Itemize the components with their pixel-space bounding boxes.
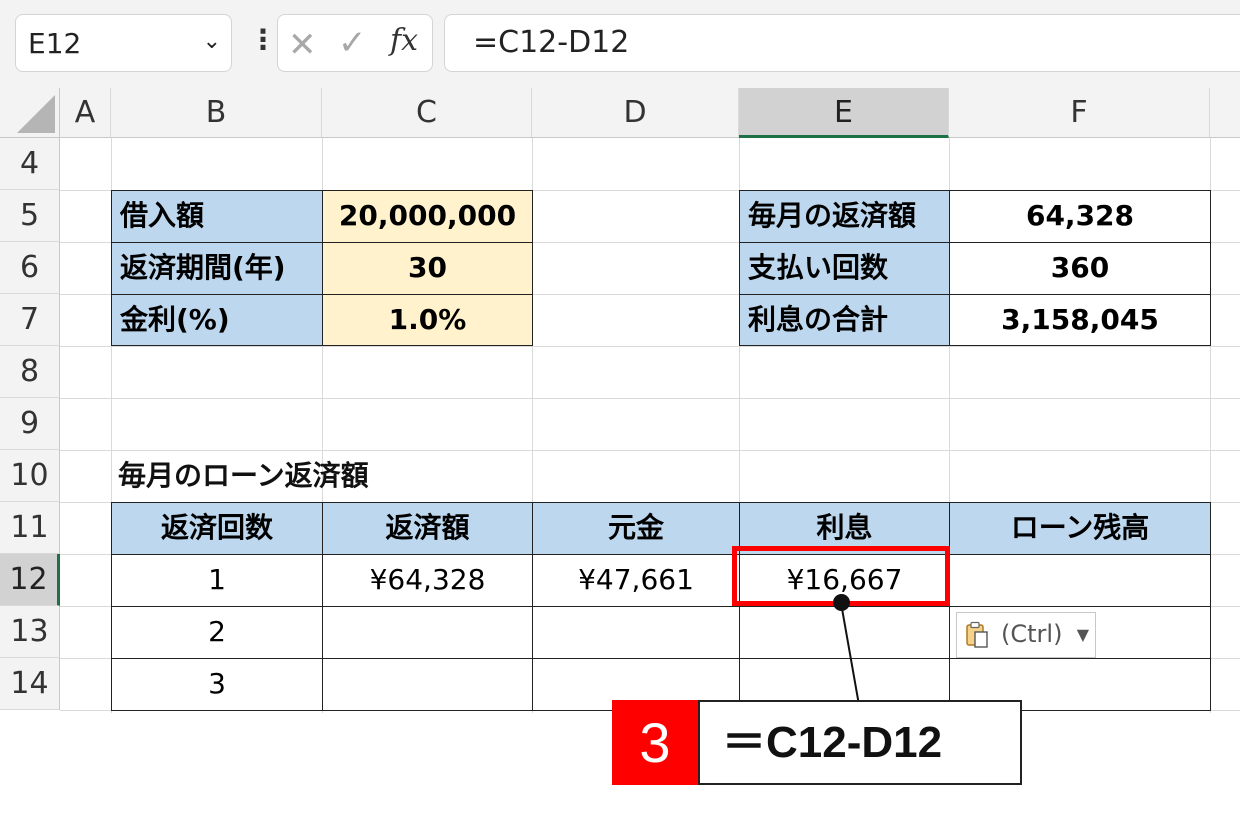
table-cell[interactable] — [949, 554, 1211, 607]
row-header-7[interactable]: 7 — [0, 294, 60, 346]
table-cell[interactable] — [322, 658, 533, 711]
chevron-down-icon[interactable]: ⌄ — [203, 29, 221, 54]
column-header-g[interactable] — [1210, 88, 1240, 138]
loan-amount-value[interactable]: 20,000,000 — [322, 190, 533, 243]
table-cell[interactable]: 3 — [111, 658, 323, 711]
table-cell[interactable]: 1 — [111, 554, 323, 607]
clipboard-icon — [966, 621, 988, 648]
cancel-icon[interactable]: ✕ — [288, 25, 317, 65]
header-loan-balance[interactable]: ローン残高 — [949, 502, 1211, 555]
formula-input[interactable]: =C12-D12 — [444, 14, 1240, 72]
paste-options-label: (Ctrl) — [1001, 620, 1063, 648]
name-box-value: E12 — [28, 27, 82, 60]
table-cell[interactable] — [322, 606, 533, 659]
row-header-12[interactable]: 12 — [0, 554, 60, 606]
row-header-8[interactable]: 8 — [0, 346, 60, 398]
column-header-d[interactable]: D — [532, 88, 739, 138]
select-all-button[interactable] — [0, 88, 60, 138]
payment-count-label[interactable]: 支払い回数 — [739, 242, 950, 295]
interest-rate-value[interactable]: 1.0% — [322, 294, 533, 346]
row-header-11[interactable]: 11 — [0, 502, 60, 554]
column-header-e[interactable]: E — [739, 88, 949, 138]
column-header-b[interactable]: B — [111, 88, 322, 138]
table-cell[interactable] — [532, 606, 740, 659]
table-cell[interactable]: ¥47,661 — [532, 554, 740, 607]
more-options-icon[interactable]: ⋮ — [249, 26, 277, 54]
header-payment-number[interactable]: 返済回数 — [111, 502, 323, 555]
repayment-period-value[interactable]: 30 — [322, 242, 533, 295]
formula-callout: ＝C12-D12 — [698, 700, 1022, 785]
step-number-badge: 3 — [612, 700, 698, 785]
schedule-title[interactable]: 毎月のローン返済額 — [118, 450, 369, 502]
total-interest-value[interactable]: 3,158,045 — [949, 294, 1211, 346]
formula-bar-area: E12 ⌄ ⋮ ✕ ✓ fx =C12-D12 — [0, 0, 1240, 88]
row-header-10[interactable]: 10 — [0, 450, 60, 502]
loan-amount-label[interactable]: 借入額 — [111, 190, 323, 243]
row-header-13[interactable]: 13 — [0, 606, 60, 658]
total-interest-label[interactable]: 利息の合計 — [739, 294, 950, 346]
table-cell[interactable]: ¥64,328 — [322, 554, 533, 607]
header-principal[interactable]: 元金 — [532, 502, 740, 555]
formula-text: =C12-D12 — [473, 25, 630, 60]
column-header-a[interactable]: A — [60, 88, 111, 138]
dropdown-arrow-icon: ▼ — [1076, 625, 1089, 644]
table-cell[interactable]: 2 — [111, 606, 323, 659]
column-header-f[interactable]: F — [949, 88, 1210, 138]
interest-rate-label[interactable]: 金利(%) — [111, 294, 323, 346]
repayment-period-label[interactable]: 返済期間(年) — [111, 242, 323, 295]
header-payment-amount[interactable]: 返済額 — [322, 502, 533, 555]
row-header-9[interactable]: 9 — [0, 398, 60, 450]
enter-icon[interactable]: ✓ — [338, 23, 367, 63]
monthly-payment-label[interactable]: 毎月の返済額 — [739, 190, 950, 243]
row-header-14[interactable]: 14 — [0, 658, 60, 710]
column-header-c[interactable]: C — [322, 88, 532, 138]
callout-dot — [833, 594, 850, 611]
payment-count-value[interactable]: 360 — [949, 242, 1211, 295]
row-header-6[interactable]: 6 — [0, 242, 60, 294]
row-header-4[interactable]: 4 — [0, 138, 60, 190]
formula-buttons: ✕ ✓ fx — [277, 14, 433, 72]
row-header-5[interactable]: 5 — [0, 190, 60, 242]
name-box[interactable]: E12 ⌄ — [15, 14, 232, 72]
monthly-payment-value[interactable]: 64,328 — [949, 190, 1211, 243]
paste-options-button[interactable]: (Ctrl) ▼ — [956, 612, 1096, 658]
insert-function-icon[interactable]: fx — [390, 23, 418, 58]
